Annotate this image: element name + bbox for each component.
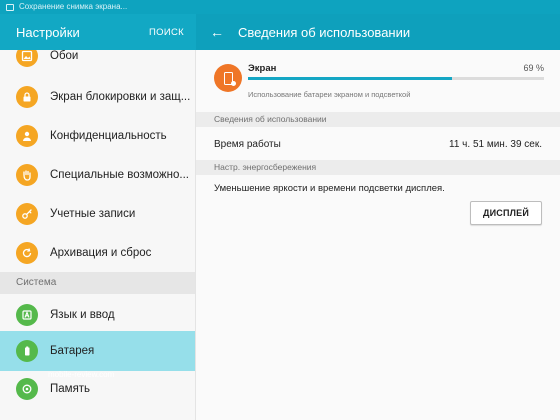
sidebar-item-label: Конфиденциальность bbox=[50, 129, 167, 142]
status-bar: Сохранение снимка экрана... bbox=[0, 0, 560, 14]
sidebar-item-label: Язык и ввод bbox=[50, 308, 115, 321]
section-header-system: Система bbox=[0, 272, 195, 294]
usage-percent: 69 % bbox=[523, 63, 544, 73]
language-icon bbox=[16, 303, 38, 326]
sidebar-item-label: Батарея bbox=[50, 345, 95, 357]
sidebar-item-privacy[interactable]: Конфиденциальность bbox=[0, 116, 195, 155]
usage-progress-fill bbox=[248, 77, 453, 80]
sidebar-item-label: Специальные возможно... bbox=[50, 168, 189, 181]
wallpaper-icon bbox=[16, 50, 38, 67]
sidebar-item-label: Обои bbox=[50, 50, 79, 62]
sidebar-item-label: Учетные записи bbox=[50, 207, 136, 220]
detail-header: ← Сведения об использовании bbox=[196, 14, 560, 50]
usage-card: Экран 69 % Использование батареи экраном… bbox=[196, 50, 560, 110]
hand-icon bbox=[16, 163, 38, 186]
screen-usage-icon bbox=[214, 64, 242, 92]
sidebar-item-label: Память bbox=[50, 382, 91, 395]
back-arrow-icon[interactable]: ← bbox=[210, 25, 224, 39]
backup-icon bbox=[16, 241, 38, 264]
usage-item-name: Экран bbox=[248, 63, 277, 74]
battery-icon bbox=[16, 340, 38, 362]
sidebar-item-battery[interactable]: Батарея bbox=[0, 331, 195, 371]
memory-icon bbox=[16, 377, 38, 400]
watermark: mobile-review.com bbox=[48, 370, 115, 379]
sidebar-item-accounts[interactable]: Учетные записи bbox=[0, 194, 195, 233]
uptime-row: Время работы 11 ч. 51 мин. 39 сек. bbox=[196, 130, 560, 158]
section-header-power: Настр. энергосбережения bbox=[196, 160, 560, 175]
power-saving-text: Уменьшение яркости и времени подсветки д… bbox=[214, 183, 445, 194]
sidebar-item-lockscreen[interactable]: Экран блокировки и защ... bbox=[0, 77, 195, 116]
privacy-icon bbox=[16, 124, 38, 147]
sidebar-item-wallpaper[interactable]: Обои bbox=[0, 50, 195, 75]
usage-progress-bar bbox=[248, 77, 544, 80]
settings-header: Настройки ПОИСК bbox=[0, 14, 196, 50]
detail-title: Сведения об использовании bbox=[238, 24, 411, 40]
usage-details-panel: Экран 69 % Использование батареи экраном… bbox=[196, 50, 560, 420]
sidebar-item-accessibility[interactable]: Специальные возможно... bbox=[0, 155, 195, 194]
sidebar-item-language[interactable]: Язык и ввод bbox=[0, 295, 195, 334]
settings-title: Настройки bbox=[16, 24, 80, 40]
search-button[interactable]: ПОИСК bbox=[149, 27, 184, 38]
usage-description: Использование батареи экраном и подсветк… bbox=[248, 90, 411, 99]
lock-icon bbox=[16, 85, 38, 108]
key-icon bbox=[16, 202, 38, 225]
section-header-details: Сведения об использовании bbox=[196, 112, 560, 127]
sidebar-item-backup[interactable]: Архивация и сброс bbox=[0, 233, 195, 272]
uptime-value: 11 ч. 51 мин. 39 сек. bbox=[449, 138, 542, 150]
uptime-label: Время работы bbox=[214, 138, 281, 150]
sidebar-item-label: Экран блокировки и защ... bbox=[50, 90, 191, 103]
status-notification: Сохранение снимка экрана... bbox=[19, 2, 128, 11]
sidebar-item-label: Архивация и сброс bbox=[50, 246, 152, 259]
screenshot-icon bbox=[6, 3, 14, 11]
settings-sidebar: Обои Экран блокировки и защ... Конфиденц… bbox=[0, 50, 196, 420]
display-button[interactable]: ДИСПЛЕЙ bbox=[470, 201, 542, 225]
